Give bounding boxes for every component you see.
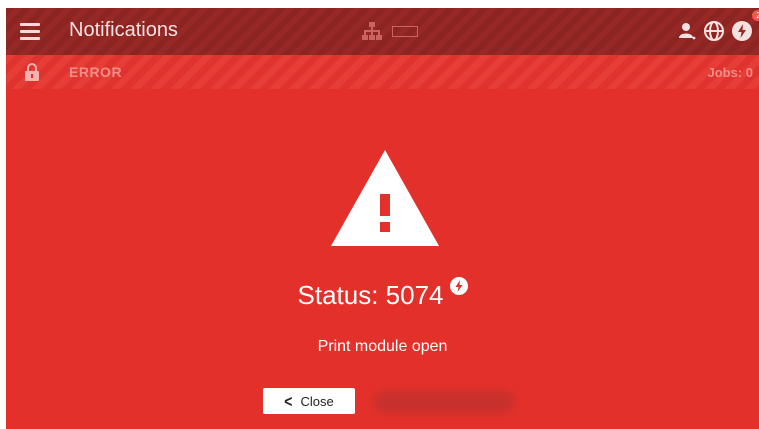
close-button-label: Close xyxy=(300,393,334,409)
power-icon[interactable] xyxy=(731,20,753,42)
hamburger-menu-icon[interactable] xyxy=(20,23,40,40)
document-icon xyxy=(392,26,418,37)
user-icon[interactable] xyxy=(677,21,697,41)
chevron-left-icon: < xyxy=(284,391,293,411)
secondary-action-button[interactable] xyxy=(374,391,514,413)
close-button[interactable]: < Close xyxy=(263,388,355,414)
status-bar: ERROR Jobs: 0 xyxy=(6,55,759,89)
status-code: Status: 5074 xyxy=(6,277,759,311)
lock-icon xyxy=(25,63,39,81)
page-title: Notifications xyxy=(69,19,178,41)
warning-triangle-icon xyxy=(331,150,439,246)
globe-icon[interactable] xyxy=(703,20,725,42)
status-text: Status: 5074 xyxy=(297,280,444,310)
top-bar: Notifications 2 xyxy=(6,8,759,55)
network-icon xyxy=(362,22,382,40)
power-icon xyxy=(449,277,468,295)
notifications-screen: Notifications 2 ERROR Jobs: 0 Status: 50… xyxy=(6,8,759,429)
status-state-label: ERROR xyxy=(69,64,123,80)
status-message: Print module open xyxy=(317,338,448,355)
jobs-count: Jobs: 0 xyxy=(707,65,753,80)
notification-badge: 2 xyxy=(752,10,759,21)
